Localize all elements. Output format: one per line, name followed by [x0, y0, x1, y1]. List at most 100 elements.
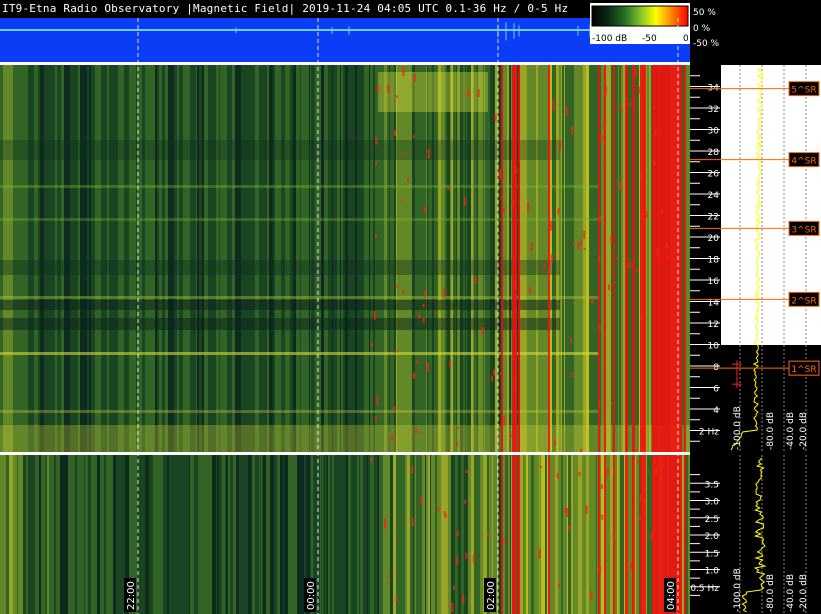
red-speckle — [422, 304, 425, 308]
red-speckle — [424, 207, 427, 214]
red-speckle — [443, 288, 446, 299]
red-speckle — [628, 102, 631, 107]
spectrogram-column — [463, 65, 465, 452]
spectrogram-column — [290, 65, 293, 452]
spectrogram-column — [388, 455, 390, 614]
spectrogram-column — [68, 455, 71, 614]
spectrogram-column — [315, 65, 317, 452]
separator-mid — [0, 452, 690, 455]
red-speckle — [583, 230, 586, 239]
spectrogram-column — [248, 455, 252, 614]
red-speckle — [376, 84, 379, 93]
red-speckle — [443, 511, 446, 516]
spectrogram-column — [523, 65, 527, 452]
spectrogram-column — [387, 455, 388, 614]
red-speckle — [616, 256, 619, 260]
spectrogram-column — [451, 455, 455, 614]
spectrogram-column — [227, 65, 229, 452]
spectrogram-column — [338, 455, 342, 614]
spectrogram-column — [261, 455, 262, 614]
spectrogram-column — [97, 455, 100, 614]
red-speckle — [416, 360, 419, 364]
spectrogram-column — [474, 455, 478, 614]
red-stripe — [625, 455, 628, 614]
spectrogram-column — [255, 455, 258, 614]
spectrogram-column — [336, 65, 337, 452]
spectrogram-column — [345, 65, 348, 452]
bright-patch — [378, 72, 488, 112]
spectrogram-column — [628, 455, 630, 614]
red-speckle — [603, 165, 606, 169]
spectrogram-column — [503, 65, 507, 452]
red-speckle — [500, 195, 503, 200]
spectrogram-column — [160, 455, 163, 614]
spectrogram-column — [393, 455, 396, 614]
red-speckle — [549, 221, 552, 231]
spectrogram-column — [179, 455, 182, 614]
spectrogram-column — [28, 455, 31, 614]
spectrogram-column — [563, 455, 567, 614]
spectrogram-column — [623, 455, 624, 614]
spectrogram-column — [474, 65, 477, 452]
spectrogram-column — [39, 455, 41, 614]
red-speckle — [656, 248, 659, 258]
red-stripe — [598, 455, 600, 614]
bright-band — [0, 410, 600, 413]
spectrogram-column — [283, 455, 284, 614]
red-speckle — [634, 69, 637, 77]
spectrogram-column — [100, 455, 104, 614]
top-amplitude-strip — [0, 18, 690, 62]
spectrogram-column — [226, 455, 228, 614]
db-axis-label: -80.0 dB — [766, 574, 776, 612]
spectrogram-column — [183, 65, 187, 452]
spectrogram-column — [556, 65, 559, 452]
red-speckle — [413, 73, 416, 81]
spectrogram-column — [328, 65, 332, 452]
db-axis-label: -100.0 dB — [733, 406, 743, 450]
spectrogram-column — [118, 65, 122, 452]
spectrogram-column — [468, 455, 471, 614]
spectrogram-column — [75, 455, 77, 614]
spectrogram-column — [373, 65, 375, 452]
spectrogram-column — [426, 455, 428, 614]
red-speckle — [580, 241, 583, 246]
spectrogram-column — [437, 455, 441, 614]
red-stripe — [640, 455, 644, 614]
spectrogram-column — [297, 455, 300, 614]
spectrogram-column — [480, 455, 483, 614]
spectrogram-column — [137, 455, 141, 614]
spectrogram-column — [471, 455, 474, 614]
spectrogram-column — [135, 65, 136, 452]
spectrogram-column — [467, 65, 471, 452]
spectrogram-column — [70, 65, 73, 452]
spectrogram-column — [505, 455, 508, 614]
spectrogram-column — [202, 455, 206, 614]
red-speckle — [456, 440, 459, 446]
spectrogram-column — [149, 455, 153, 614]
spectrogram-column — [98, 65, 101, 452]
spectrogram-column — [223, 455, 225, 614]
spectrogram-column — [617, 455, 618, 614]
red-speckle — [611, 402, 614, 405]
red-speckle — [499, 372, 502, 375]
spectrogram-column — [636, 65, 638, 452]
spectrogram-column — [345, 455, 346, 614]
spectrogram-column — [453, 65, 456, 452]
spectrogram-column — [275, 65, 276, 452]
red-stripe — [604, 455, 606, 614]
spectrogram-column — [428, 65, 432, 452]
spectrogram-column — [301, 65, 303, 452]
spectrogram-column — [586, 455, 589, 614]
spectrogram-column — [277, 455, 280, 614]
spectrogram-column — [13, 65, 16, 452]
spectrogram-column — [288, 455, 291, 614]
red-speckle — [572, 241, 575, 245]
spectrogram-column — [530, 65, 532, 452]
spectrogram-column — [54, 455, 56, 614]
spectrogram-column — [328, 455, 330, 614]
spectrogram-column — [609, 455, 610, 614]
spectrogram-column — [189, 455, 190, 614]
spectrogram-column — [212, 65, 216, 452]
spectrogram-column — [456, 65, 457, 452]
spectrogram-column — [387, 65, 389, 452]
